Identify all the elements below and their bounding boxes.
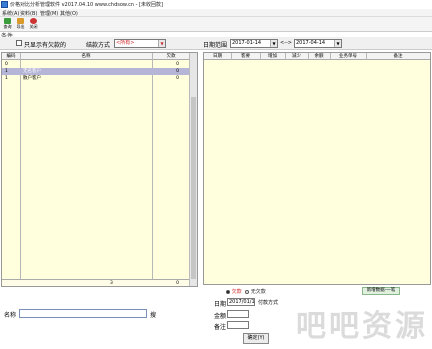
detail-table: 日期 客要 增加 减少 余额 业务单号 备注 xyxy=(203,52,431,285)
app-icon xyxy=(1,1,8,8)
date-range-label: 日期范围 xyxy=(203,42,228,49)
row-count: 3 xyxy=(110,281,113,286)
col-balance[interactable]: 余额 xyxy=(308,53,330,60)
radio-debt-label: 欠款 xyxy=(231,289,242,295)
remark-label: 备注 xyxy=(214,324,227,331)
col-decrease[interactable]: 减少 xyxy=(285,53,308,60)
search-button[interactable]: 搜 xyxy=(150,310,156,319)
column-divider xyxy=(308,53,309,60)
col-order-no[interactable]: 业务单号 xyxy=(330,53,366,60)
vertical-scrollbar[interactable] xyxy=(189,53,197,286)
col-debt[interactable]: 欠款 xyxy=(152,53,190,60)
radio-nodebt[interactable] xyxy=(245,289,250,294)
customer-table-header: 编码 名称 欠款 xyxy=(2,53,190,60)
col-summary[interactable]: 客要 xyxy=(231,53,260,60)
name-label: 名称 xyxy=(4,312,17,319)
date-to-picker[interactable]: 2017-04-14 ▼ xyxy=(294,39,342,48)
table-row[interactable]: 0 0 xyxy=(2,61,190,68)
entry-date-input[interactable]: 2017/01/1 xyxy=(227,298,255,306)
chevron-down-icon[interactable]: ▼ xyxy=(158,40,165,47)
customer-table-footer: 3 0 xyxy=(2,279,190,286)
menu-manage[interactable]: 管理(M) xyxy=(40,10,58,17)
title-bar: 价格对比分析管理软件 v2017.04.10 www.chdsow.cn - [… xyxy=(0,0,432,9)
settle-method-select[interactable]: <所有> ▼ xyxy=(114,39,166,48)
only-debt-label: 只显示有欠款的 xyxy=(24,42,67,49)
date-from-picker[interactable]: 2017-01-14 ▼ xyxy=(230,39,278,48)
remark-input[interactable] xyxy=(227,321,249,329)
query-button[interactable]: 查询 xyxy=(1,18,14,31)
column-divider xyxy=(152,53,153,286)
amount-input[interactable] xyxy=(227,310,249,318)
date-label: 日期 xyxy=(214,301,227,308)
amount-label: 金额 xyxy=(214,313,227,320)
column-divider xyxy=(330,53,331,60)
filter-bar: 只显示有欠款的 结款方式 <所有> ▼ 日期范围 2017-01-14 ▼ <-… xyxy=(0,37,432,50)
col-name[interactable]: 名称 xyxy=(20,53,152,60)
date-separator: <--> xyxy=(280,40,292,46)
settle-method-label: 结款方式 xyxy=(86,42,111,49)
radio-nodebt-label: 无欠款 xyxy=(250,289,266,295)
window-title: 价格对比分析管理软件 v2017.04.10 www.chdsow.cn - [… xyxy=(10,2,163,8)
name-search-input[interactable] xyxy=(19,309,147,318)
column-divider xyxy=(285,53,286,60)
column-divider xyxy=(231,53,232,60)
menu-other[interactable]: 其他(O) xyxy=(60,10,78,17)
scrollbar-thumb[interactable] xyxy=(191,97,196,279)
confirm-button[interactable]: 确定(Y) xyxy=(243,333,269,344)
detail-table-header: 日期 客要 增加 减少 余额 业务单号 备注 xyxy=(204,53,430,60)
debt-filter-radios: 欠款 无欠款 xyxy=(226,288,266,295)
chevron-down-icon[interactable]: ▼ xyxy=(270,40,277,47)
column-divider xyxy=(260,53,261,60)
column-divider xyxy=(366,53,367,60)
radio-debt[interactable] xyxy=(226,289,230,294)
menu-bar: 系统(A) 资料(B) 管理(M) 其他(O) xyxy=(0,9,432,17)
chevron-down-icon[interactable]: ▼ xyxy=(334,40,341,47)
col-increase[interactable]: 增加 xyxy=(260,53,285,60)
col-date[interactable]: 日期 xyxy=(204,53,231,60)
menu-system[interactable]: 系统(A) xyxy=(2,10,19,17)
close-button[interactable]: 关闭 xyxy=(27,18,40,31)
new-record-button[interactable]: 新增数据-一笔 xyxy=(362,287,400,295)
toolbar: 查询 导出 关闭 xyxy=(0,17,432,32)
pay-method-label: 付款方式 xyxy=(258,300,279,306)
table-row-selected[interactable]: 1 无名客户 0 xyxy=(2,68,190,75)
watermark: 吧吧资源 xyxy=(296,309,428,344)
col-code[interactable]: 编码 xyxy=(2,53,20,60)
menu-data[interactable]: 资料(B) xyxy=(20,10,37,17)
col-remark[interactable]: 备注 xyxy=(366,53,430,60)
only-debt-checkbox[interactable] xyxy=(16,40,22,46)
debt-total: 0 xyxy=(176,281,179,286)
customer-table: 编码 名称 欠款 0 0 1 无名客户 0 1 散户客户 0 3 0 xyxy=(1,52,198,287)
table-row[interactable]: 1 散户客户 0 xyxy=(2,75,190,82)
column-divider xyxy=(20,53,21,286)
export-button[interactable]: 导出 xyxy=(14,18,27,31)
